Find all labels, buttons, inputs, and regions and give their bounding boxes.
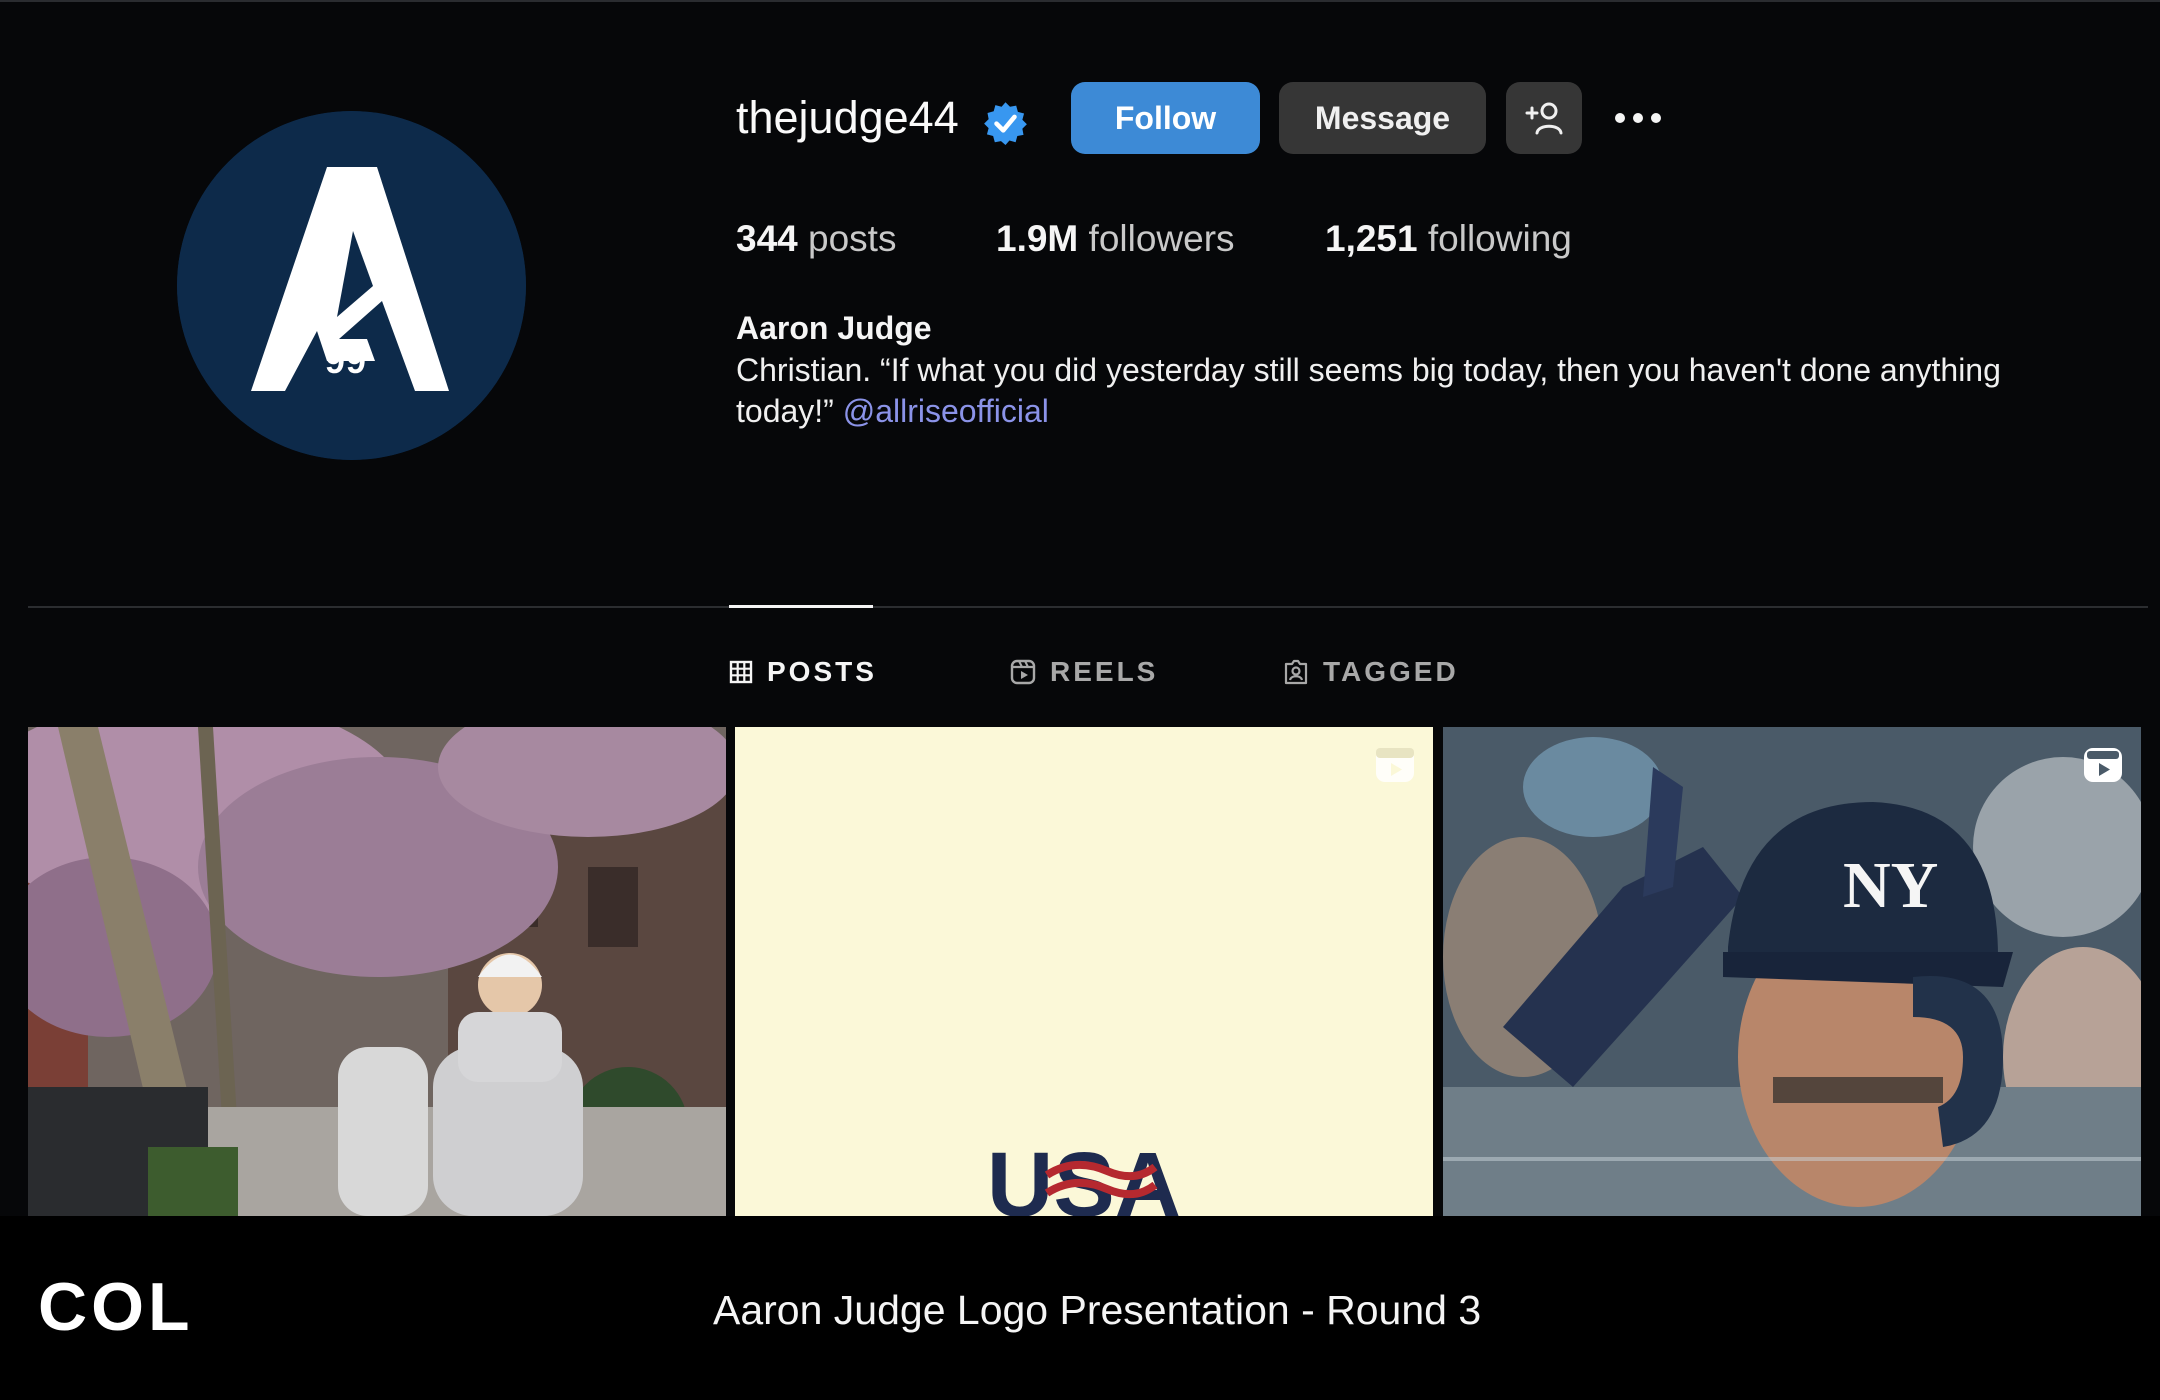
presentation-caption: Aaron Judge Logo Presentation - Round 3: [713, 1287, 1482, 1333]
following-label: following: [1427, 218, 1572, 259]
grid-icon: [729, 660, 753, 684]
person-plus-icon: [1525, 102, 1563, 135]
stat-posts: 344 posts: [736, 218, 896, 260]
reel-badge-icon: [2084, 748, 2122, 782]
stat-following[interactable]: 1,251 following: [1325, 218, 1572, 260]
usa-text: USA: [987, 1134, 1181, 1216]
tagged-icon: [1284, 659, 1308, 685]
follow-button[interactable]: Follow: [1071, 82, 1260, 154]
svg-text:99: 99: [325, 340, 367, 381]
bio-mention-link[interactable]: @allriseofficial: [843, 393, 1049, 429]
stat-followers[interactable]: 1.9M followers: [996, 218, 1235, 260]
ellipsis-icon: [1615, 113, 1661, 123]
profile-avatar[interactable]: 99: [177, 111, 526, 460]
yankees-photo-image: NY: [1443, 727, 2141, 1216]
col-logo: COL: [38, 1269, 194, 1345]
tab-reels[interactable]: REELS: [1010, 652, 1158, 692]
tab-reels-label: REELS: [1050, 656, 1159, 687]
post-thumbnail-usa-reel[interactable]: USA: [735, 727, 1433, 1216]
followers-count: 1.9M: [996, 218, 1079, 259]
followers-label: followers: [1088, 218, 1235, 259]
tab-tagged-label: TAGGED: [1323, 656, 1459, 687]
post-thumbnail-street[interactable]: [28, 727, 726, 1216]
following-count: 1,251: [1325, 218, 1418, 259]
a99-logo-icon: 99: [177, 111, 526, 460]
reel-badge-icon: [1376, 748, 1414, 782]
tab-posts[interactable]: POSTS: [729, 652, 877, 692]
tab-tagged[interactable]: TAGGED: [1283, 652, 1459, 692]
usa-graphic-image: USA: [735, 727, 1433, 1216]
suggested-accounts-button[interactable]: [1506, 82, 1582, 154]
tabs-divider: [28, 606, 2148, 608]
posts-count: 344: [736, 218, 798, 259]
profile-username: thejudge44: [736, 92, 959, 143]
post-thumbnail-yankees-reel[interactable]: NY: [1443, 727, 2141, 1216]
street-photo-image: [28, 727, 726, 1216]
active-tab-indicator: [729, 605, 873, 608]
more-options-button[interactable]: [1612, 100, 1664, 136]
svg-text:NY: NY: [1843, 849, 1938, 922]
reels-icon: [1010, 659, 1036, 685]
verified-badge-icon: [984, 102, 1027, 145]
message-button[interactable]: Message: [1279, 82, 1486, 154]
profile-full-name: Aaron Judge: [736, 310, 932, 346]
profile-bio: Christian. “If what you did yesterday st…: [736, 350, 2076, 432]
top-border: [0, 0, 2160, 2]
posts-label: posts: [808, 218, 897, 259]
tab-posts-label: POSTS: [767, 656, 877, 687]
